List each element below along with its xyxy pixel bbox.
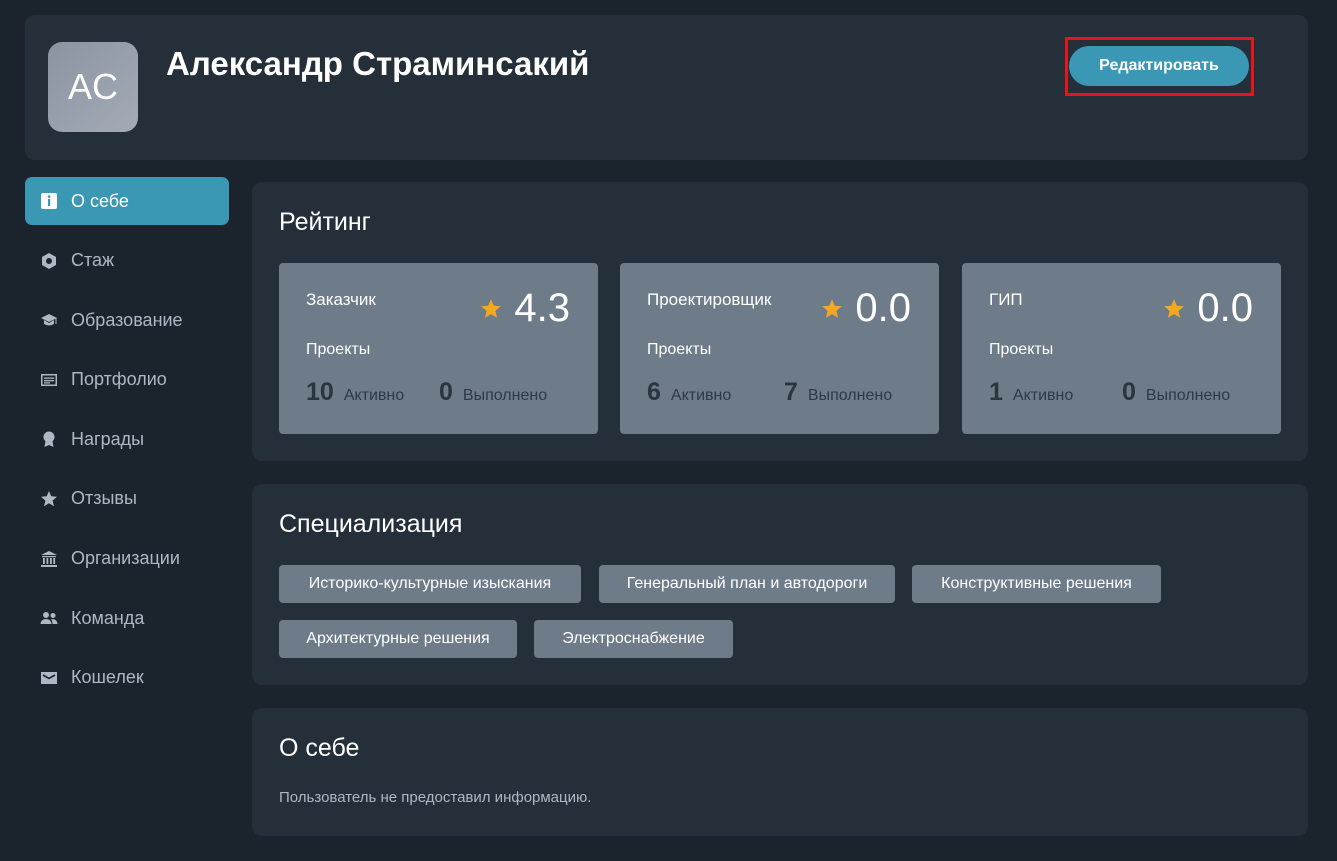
- document-icon: [39, 370, 59, 390]
- sidebar-item-label: Портфолио: [71, 369, 167, 390]
- specialization-tag[interactable]: Генеральный план и автодороги: [599, 565, 895, 603]
- sidebar-item-label: Команда: [71, 607, 145, 628]
- rating-score-group: 4.3: [480, 286, 570, 331]
- done-count: 7: [784, 378, 798, 406]
- sidebar-item-team[interactable]: Команда: [25, 594, 229, 642]
- star-icon: [1164, 298, 1185, 318]
- sidebar-item-label: Награды: [71, 428, 145, 449]
- done-count: 0: [1122, 378, 1136, 406]
- team-icon: [39, 608, 59, 628]
- done-count: 0: [439, 378, 453, 406]
- sidebar-item-experience[interactable]: Стаж: [25, 237, 229, 285]
- sidebar-item-label: О себе: [71, 190, 129, 211]
- sidebar-item-reviews[interactable]: Отзывы: [25, 475, 229, 523]
- sidebar-item-label: Образование: [71, 309, 183, 330]
- hexagon-icon: [39, 251, 59, 271]
- rating-score-group: 0.0: [821, 286, 911, 331]
- active-label: Активно: [670, 387, 732, 404]
- projects-label: Проекты: [306, 341, 371, 358]
- sidebar-item-label: Отзывы: [71, 488, 137, 509]
- done-stat: 7 Выполнено: [784, 378, 892, 407]
- sidebar-item-about[interactable]: О себе: [25, 177, 229, 225]
- done-label: Выполнено: [462, 387, 548, 404]
- about-title: О себе: [279, 734, 360, 762]
- rating-score: 0.0: [855, 286, 911, 330]
- about-section: О себе Пользователь не предоставил инфор…: [252, 708, 1308, 836]
- building-icon: [39, 549, 59, 569]
- active-count: 6: [647, 378, 661, 406]
- specialization-title: Специализация: [279, 510, 463, 538]
- rating-section: Рейтинг Заказчик 4.3 Проекты 10 Активно …: [252, 182, 1308, 461]
- done-label: Выполнено: [1145, 387, 1231, 404]
- projects-label: Проекты: [647, 341, 712, 358]
- avatar: AC: [48, 42, 138, 132]
- sidebar-item-label: Организации: [71, 548, 180, 569]
- rating-title: Рейтинг: [279, 208, 371, 236]
- done-label: Выполнено: [807, 387, 893, 404]
- specialization-tag[interactable]: Архитектурные решения: [279, 620, 517, 658]
- active-label: Активно: [343, 387, 405, 404]
- graduation-cap-icon: [39, 310, 59, 330]
- done-stat: 0 Выполнено: [1122, 378, 1230, 407]
- rating-box-customer: Заказчик 4.3 Проекты 10 Активно 0 Выполн…: [279, 263, 598, 434]
- rating-score: 0.0: [1197, 286, 1253, 330]
- rating-role: Заказчик: [306, 290, 376, 309]
- about-text: Пользователь не предоставил информацию.: [279, 789, 592, 806]
- sidebar-item-organizations[interactable]: Организации: [25, 535, 229, 583]
- specialization-tag[interactable]: Конструктивные решения: [912, 565, 1161, 603]
- rating-score: 4.3: [514, 286, 570, 330]
- active-label: Активно: [1012, 387, 1074, 404]
- active-count: 1: [989, 378, 1003, 406]
- specialization-section: Специализация Историко-культурные изыска…: [252, 484, 1308, 685]
- rating-role: ГИП: [989, 290, 1023, 309]
- sidebar-nav: О себе Стаж Образование Портфолио Наград…: [25, 177, 229, 713]
- rating-box-designer: Проектировщик 0.0 Проекты 6 Активно 7 Вы…: [620, 263, 939, 434]
- award-icon: [39, 429, 59, 449]
- active-stat: 6 Активно: [647, 378, 731, 407]
- star-icon: [39, 489, 59, 509]
- sidebar-item-portfolio[interactable]: Портфолио: [25, 356, 229, 404]
- user-name: Александр Страминсакий: [166, 45, 590, 82]
- rating-role: Проектировщик: [647, 290, 772, 309]
- active-stat: 10 Активно: [306, 378, 404, 407]
- specialization-tag[interactable]: Историко-культурные изыскания: [279, 565, 581, 603]
- star-icon: [822, 298, 843, 318]
- active-count: 10: [306, 378, 334, 406]
- sidebar-item-awards[interactable]: Награды: [25, 415, 229, 463]
- edit-button[interactable]: Редактировать: [1069, 46, 1249, 86]
- info-icon: [39, 191, 59, 211]
- projects-label: Проекты: [989, 341, 1054, 358]
- star-icon: [481, 298, 502, 318]
- active-stat: 1 Активно: [989, 378, 1073, 407]
- sidebar-item-label: Стаж: [71, 250, 115, 271]
- rating-box-chief-engineer: ГИП 0.0 Проекты 1 Активно 0 Выполнено: [962, 263, 1281, 434]
- wallet-icon: [39, 668, 59, 688]
- sidebar-item-education[interactable]: Образование: [25, 296, 229, 344]
- specialization-tag[interactable]: Электроснабжение: [534, 620, 733, 658]
- done-stat: 0 Выполнено: [439, 378, 547, 407]
- sidebar-item-label: Кошелек: [71, 667, 144, 688]
- sidebar-item-wallet[interactable]: Кошелек: [25, 654, 229, 702]
- rating-score-group: 0.0: [1163, 286, 1253, 331]
